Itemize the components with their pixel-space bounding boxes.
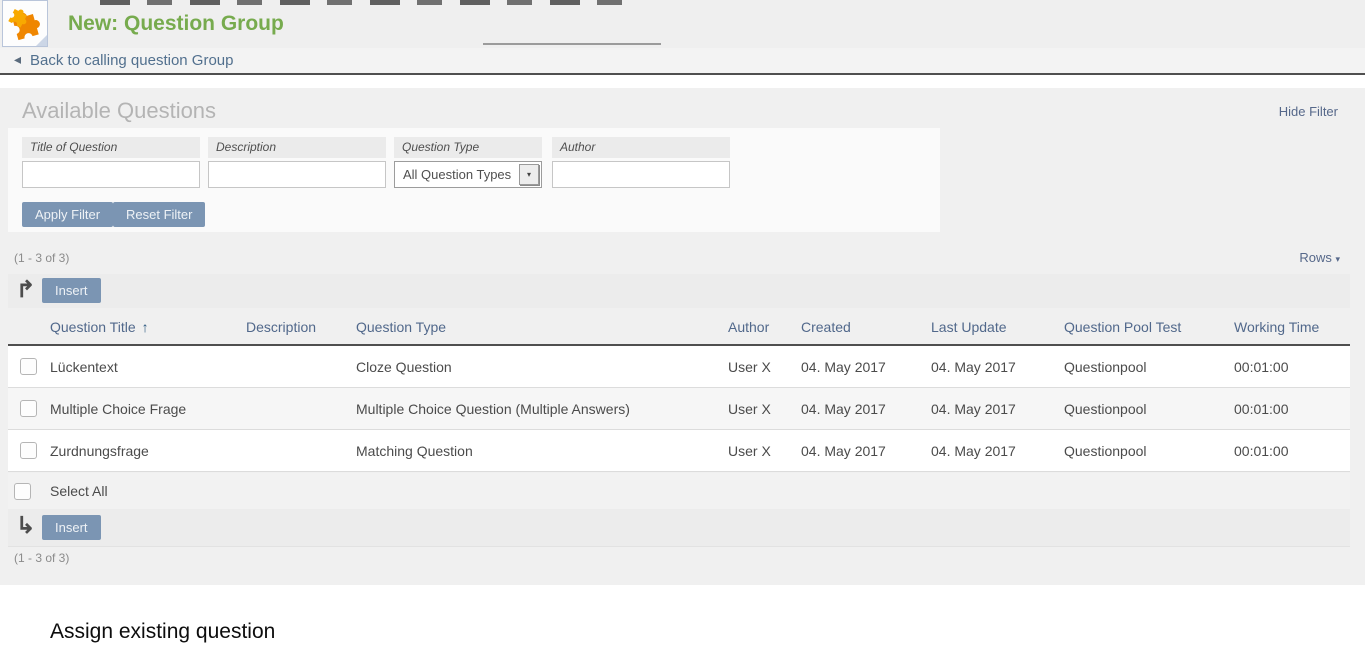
dropdown-button[interactable]: ▾ (519, 164, 539, 185)
header-divider (0, 73, 1365, 75)
select-all-label: Select All (50, 483, 108, 499)
insert-below-arrow-icon: ↳ (16, 512, 35, 539)
filter-card: Title of Question Description Question T… (8, 128, 940, 232)
cell-created: 04. May 2017 (795, 401, 925, 417)
insert-top-button[interactable]: Insert (42, 278, 101, 303)
caption-assign-existing-question: Assign existing question (50, 620, 275, 644)
col-question-title[interactable]: Question Title↑ (44, 319, 240, 335)
hide-filter-link[interactable]: Hide Filter (1279, 104, 1338, 119)
filter-label-question-type: Question Type (394, 137, 542, 158)
rows-selector[interactable]: Rows ▾ (1299, 250, 1340, 265)
filter-label-author: Author (552, 137, 730, 158)
cell-working-time: 00:01:00 (1228, 443, 1350, 459)
underline-remnant (483, 43, 661, 45)
selected-question-type: All Question Types (395, 167, 519, 182)
cell-last-update: 04. May 2017 (925, 443, 1058, 459)
insert-toolbar-top: ↱ Insert (8, 274, 1350, 308)
chevron-down-icon: ▾ (527, 170, 531, 179)
table-row: Lückentext Cloze Question User X 04. May… (8, 346, 1350, 388)
select-all-row: Select All (8, 473, 1350, 509)
rows-label: Rows (1299, 250, 1332, 265)
questions-table: Question Title↑ Description Question Typ… (8, 310, 1350, 472)
back-link[interactable]: ◂ Back to calling question Group (14, 52, 233, 69)
cell-created: 04. May 2017 (795, 359, 925, 375)
cell-title: Lückentext (44, 359, 240, 375)
apply-filter-button[interactable]: Apply Filter (22, 202, 113, 227)
col-author[interactable]: Author (722, 319, 795, 335)
chevron-down-icon: ▾ (1335, 254, 1340, 264)
cell-question-type: Multiple Choice Question (Multiple Answe… (350, 401, 722, 417)
page-title: New: Question Group (68, 12, 284, 36)
back-link-label: Back to calling question Group (30, 52, 233, 69)
row-checkbox[interactable] (20, 400, 37, 417)
cell-question-type: Matching Question (350, 443, 722, 459)
table-header-row: Question Title↑ Description Question Typ… (8, 310, 1350, 346)
insert-above-arrow-icon: ↱ (16, 276, 35, 303)
filter-input-author[interactable] (552, 161, 730, 188)
reset-filter-button[interactable]: Reset Filter (113, 202, 205, 227)
cell-question-pool-test: Questionpool (1058, 443, 1228, 459)
select-all-checkbox[interactable] (14, 483, 31, 500)
pagination-bottom: (1 - 3 of 3) (14, 551, 69, 565)
filter-select-question-type[interactable]: All Question Types ▾ (394, 161, 542, 188)
row-checkbox[interactable] (20, 442, 37, 459)
cell-title: Multiple Choice Frage (44, 401, 240, 417)
section-title: Available Questions (22, 98, 216, 124)
insert-toolbar-bottom: ↳ Insert (8, 509, 1350, 546)
col-created[interactable]: Created (795, 319, 925, 335)
filter-input-title[interactable] (22, 161, 200, 188)
pagination-top: (1 - 3 of 3) (14, 251, 69, 265)
cell-working-time: 00:01:00 (1228, 401, 1350, 417)
cell-title: Zurdnungsfrage (44, 443, 240, 459)
cell-working-time: 00:01:00 (1228, 359, 1350, 375)
cell-question-type: Cloze Question (350, 359, 722, 375)
filter-label-title: Title of Question (22, 137, 200, 158)
cell-created: 04. May 2017 (795, 443, 925, 459)
cell-author: User X (722, 443, 795, 459)
col-last-update[interactable]: Last Update (925, 319, 1058, 335)
col-working-time[interactable]: Working Time (1228, 319, 1350, 335)
screen: New: Question Group ◂ Back to calling que… (0, 0, 1365, 656)
page-fold-corner (36, 35, 47, 46)
col-question-type[interactable]: Question Type (350, 319, 722, 335)
row-checkbox[interactable] (20, 358, 37, 375)
cropped-text-remnant (100, 0, 622, 5)
filter-label-description: Description (208, 137, 386, 158)
cell-last-update: 04. May 2017 (925, 401, 1058, 417)
col-question-pool-test[interactable]: Question Pool Test (1058, 319, 1228, 335)
available-questions-panel: Available Questions Hide Filter Title of… (0, 88, 1365, 585)
sort-asc-icon: ↑ (142, 319, 149, 335)
cell-author: User X (722, 401, 795, 417)
back-chevron-icon: ◂ (14, 51, 21, 68)
cell-last-update: 04. May 2017 (925, 359, 1058, 375)
filter-input-description[interactable] (208, 161, 386, 188)
cell-question-pool-test: Questionpool (1058, 401, 1228, 417)
table-row: Multiple Choice Frage Multiple Choice Qu… (8, 388, 1350, 430)
footer-divider (8, 546, 1350, 547)
question-group-icon (2, 0, 48, 47)
cell-author: User X (722, 359, 795, 375)
table-row: Zurdnungsfrage Matching Question User X … (8, 430, 1350, 472)
col-description[interactable]: Description (240, 319, 350, 335)
insert-bottom-button[interactable]: Insert (42, 515, 101, 540)
cell-question-pool-test: Questionpool (1058, 359, 1228, 375)
